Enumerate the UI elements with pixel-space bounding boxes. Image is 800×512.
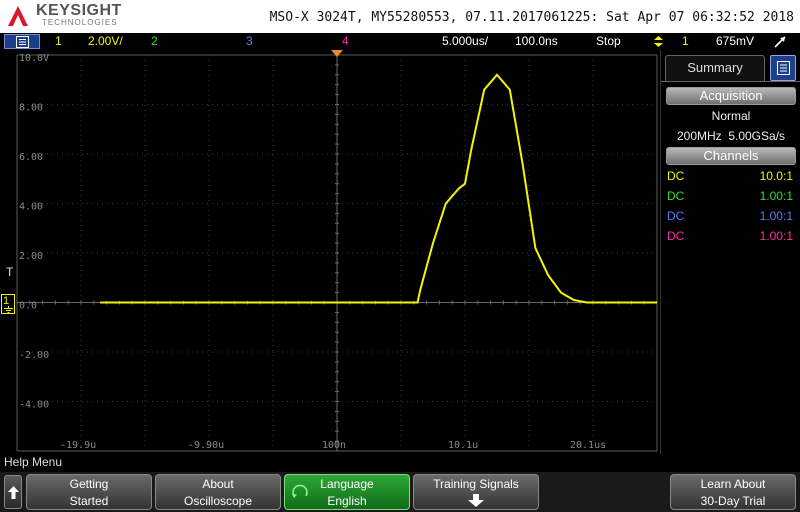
- title-bar: KEYSIGHT TECHNOLOGIES MSO-X 3024T, MY552…: [0, 0, 800, 33]
- ground-icon: [4, 306, 13, 313]
- learn-about-trial-softkey[interactable]: Learn About 30-Day Trial: [670, 474, 796, 510]
- channel-1-coupling: DC: [667, 169, 685, 183]
- softkey-label: 30-Day Trial: [700, 494, 766, 508]
- time-label: 10.1u: [448, 440, 478, 451]
- status-bar: 1 2.00V/ 2 3 4 5.000us/ 100.0ns Stop 1 6…: [0, 33, 800, 50]
- softkey-label: Oscilloscope: [183, 494, 253, 508]
- voltage-label: 10.0V: [19, 53, 49, 64]
- menu-title: Help Menu: [0, 454, 800, 472]
- trigger-level-marker[interactable]: T: [6, 265, 13, 279]
- softkey-label: Learn About: [700, 477, 766, 491]
- voltage-label: 2.00: [19, 251, 43, 262]
- channel-4-probe: 1.00:1: [759, 229, 793, 243]
- channel-1-label[interactable]: 1: [55, 34, 62, 48]
- panel-menu-button[interactable]: [770, 55, 796, 81]
- graticule: 10.0V 8.00 6.00 4.00 2.00 0.0 -2.00 -4.00 -19.9…: [16, 53, 658, 452]
- voltage-label: 8.00: [19, 103, 43, 114]
- getting-started-softkey[interactable]: Getting Started: [26, 474, 152, 510]
- brand-subtitle: TECHNOLOGIES: [42, 18, 118, 27]
- back-button[interactable]: [4, 475, 22, 509]
- language-softkey[interactable]: Language English: [284, 474, 410, 510]
- softkey-label: Getting: [69, 477, 109, 491]
- acquisition-sample-rate: 5.00GSa/s: [728, 129, 786, 143]
- time-label: -19.9u: [60, 440, 96, 451]
- instrument-info: MSO-X 3024T, MY55280553, 07.11.201706122…: [269, 10, 794, 25]
- training-signals-softkey[interactable]: Training Signals: [413, 474, 539, 510]
- main-menu-button[interactable]: [4, 34, 40, 49]
- channel-3-label[interactable]: 3: [246, 34, 253, 48]
- entry-knob-icon: [292, 484, 308, 498]
- softkey-label: Training Signals: [433, 477, 519, 491]
- channel-2-coupling: DC: [667, 189, 685, 203]
- time-label: -9.90u: [188, 440, 224, 451]
- grid-lines: [16, 54, 658, 452]
- channel-2-probe: 1.00:1: [759, 189, 793, 203]
- trigger-edge-icon: [654, 36, 663, 47]
- channel-4-label[interactable]: 4: [342, 34, 349, 48]
- voltage-label: -4.00: [19, 400, 49, 411]
- channel-4-coupling: DC: [667, 229, 685, 243]
- summary-panel: Summary Acquisition Normal 200MHz 5.00GS…: [660, 50, 800, 454]
- acquisition-header[interactable]: Acquisition: [666, 87, 796, 105]
- voltage-labels: 10.0V 8.00 6.00 4.00 2.00 0.0 -2.00 -4.00: [19, 53, 49, 411]
- submenu-arrow-icon: [468, 494, 484, 507]
- time-labels: -19.9u -9.90u 100n 10.1u 20.1us: [60, 440, 606, 451]
- menu-icon: [16, 36, 29, 48]
- scroll-arrow-icon[interactable]: [773, 35, 787, 49]
- voltage-label: -2.00: [19, 350, 49, 361]
- up-arrow-icon: [8, 486, 19, 499]
- summary-tab[interactable]: Summary: [665, 55, 765, 81]
- voltage-label: 6.00: [19, 152, 43, 163]
- timebase-scale[interactable]: 5.000us/: [442, 34, 488, 48]
- channels-header[interactable]: Channels: [666, 147, 796, 165]
- voltage-label: 4.00: [19, 202, 43, 213]
- channel-1-trace: [100, 73, 657, 304]
- trigger-position-marker-icon[interactable]: [331, 50, 343, 58]
- time-label: 20.1us: [570, 440, 606, 451]
- about-oscilloscope-softkey[interactable]: About Oscilloscope: [155, 474, 281, 510]
- channel-2-label[interactable]: 2: [151, 34, 158, 48]
- channel-3-probe: 1.00:1: [759, 209, 793, 223]
- trigger-source[interactable]: 1: [682, 34, 689, 48]
- softkey-label: Started: [69, 494, 109, 508]
- panel-menu-icon: [777, 61, 790, 75]
- tab-divider: [661, 81, 800, 82]
- run-state: Stop: [596, 34, 621, 48]
- time-label: 100n: [322, 440, 346, 451]
- channel-1-scale[interactable]: 2.00V/: [88, 34, 123, 48]
- channel-1-probe: 10.0:1: [759, 169, 793, 183]
- trigger-delay[interactable]: 100.0ns: [515, 34, 558, 48]
- softkey-label: About: [202, 477, 234, 491]
- trigger-level[interactable]: 675mV: [716, 34, 754, 48]
- softkey-bar: Getting Started About Oscilloscope Langu…: [0, 472, 800, 512]
- acquisition-mode: Normal: [711, 109, 751, 123]
- channel-3-coupling: DC: [667, 209, 685, 223]
- acquisition-bandwidth: 200MHz: [676, 129, 722, 143]
- waveform-display[interactable]: 10.0V 8.00 6.00 4.00 2.00 0.0 -2.00 -4.00 -19.9…: [0, 50, 660, 454]
- acquisition-rate-line: 200MHz 5.00GSa/s: [661, 129, 800, 143]
- voltage-label: 0.0: [19, 301, 37, 312]
- channel-1-ground-marker[interactable]: 1: [1, 294, 15, 314]
- keysight-logo-icon: [8, 6, 28, 26]
